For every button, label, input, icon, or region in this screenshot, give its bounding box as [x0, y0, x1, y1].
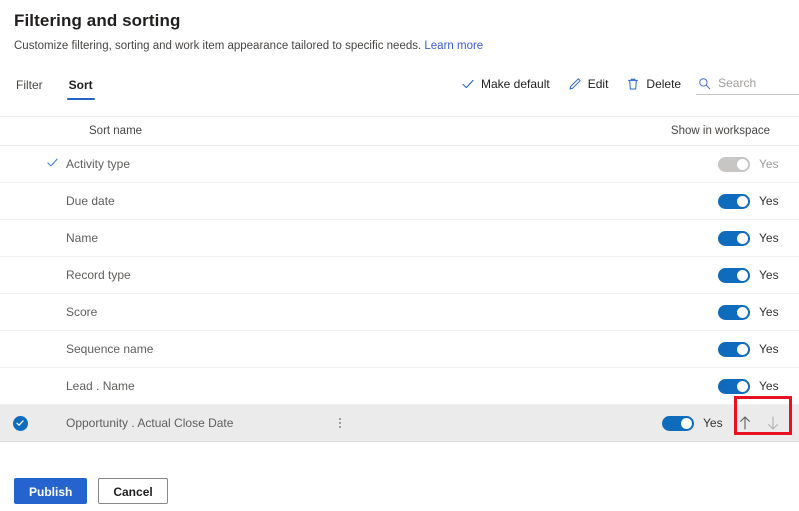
publish-button[interactable]: Publish — [14, 478, 88, 504]
row-sort-name: Activity type — [66, 157, 131, 171]
arrow-up-icon[interactable] — [733, 411, 757, 435]
row-right-controls: Yes — [718, 156, 799, 172]
column-header-sort-name: Sort name — [89, 125, 143, 137]
reorder-arrows — [733, 411, 785, 435]
row-sort-name: Due date — [66, 194, 115, 208]
table-row[interactable]: Due date Yes — [0, 183, 799, 220]
make-default-button[interactable]: Make default — [452, 73, 559, 95]
cancel-button[interactable]: Cancel — [98, 478, 168, 504]
table-row[interactable]: Score Yes — [0, 294, 799, 331]
toggle-state-label: Yes — [759, 379, 779, 393]
show-in-workspace-toggle[interactable] — [718, 193, 750, 209]
page-header: Filtering and sorting Customize filterin… — [0, 0, 799, 54]
delete-button[interactable]: Delete — [617, 73, 690, 95]
table-header-row: Sort name Show in workspace — [0, 117, 799, 146]
make-default-label: Make default — [481, 77, 550, 91]
show-in-workspace-toggle — [718, 156, 750, 172]
row-sort-name: Name — [66, 231, 99, 245]
delete-label: Delete — [646, 77, 682, 91]
show-in-workspace-toggle[interactable] — [718, 341, 750, 357]
row-right-controls: Yes — [718, 341, 799, 357]
row-right-controls: Yes — [718, 267, 799, 283]
row-sort-name: Lead . Name — [66, 379, 135, 393]
row-right-controls: Yes — [718, 193, 799, 209]
search-input[interactable] — [718, 76, 799, 90]
arrow-down-icon[interactable] — [761, 411, 785, 435]
pencil-icon — [568, 77, 582, 91]
table-row[interactable]: Activity type Yes — [0, 146, 799, 183]
row-sort-name: Record type — [66, 268, 131, 282]
table-row[interactable]: Opportunity . Actual Close Date Yes — [0, 405, 799, 442]
toggle-state-label: Yes — [759, 268, 779, 282]
checkmark-icon — [461, 77, 475, 91]
row-right-controls: Yes — [718, 378, 799, 394]
show-in-workspace-toggle[interactable] — [718, 267, 750, 283]
tab-sort[interactable]: Sort — [66, 70, 95, 100]
edit-button[interactable]: Edit — [559, 73, 618, 95]
table-row[interactable]: Lead . Name Yes — [0, 368, 799, 405]
toggle-state-label: Yes — [759, 157, 779, 171]
command-toolbar: Make default Edit Delete — [452, 73, 799, 95]
table-body: Activity type Yes Due date Yes Name Yes Record… — [0, 146, 799, 442]
table-row[interactable]: Record type Yes — [0, 257, 799, 294]
row-right-controls: Yes — [718, 304, 799, 320]
row-sort-name: Score — [66, 305, 98, 319]
table-row[interactable]: Name Yes — [0, 220, 799, 257]
row-right-controls: Yes — [662, 411, 799, 435]
show-in-workspace-toggle[interactable] — [662, 415, 694, 431]
trash-icon — [626, 77, 640, 91]
toggle-state-label: Yes — [759, 231, 779, 245]
sort-table: Sort name Show in workspace Activity typ… — [0, 116, 799, 442]
row-select-checkbox[interactable] — [0, 415, 40, 431]
tab-filter[interactable]: Filter — [14, 70, 45, 94]
more-vertical-icon[interactable] — [333, 405, 347, 441]
row-sort-name: Opportunity . Actual Close Date — [66, 416, 234, 430]
table-row[interactable]: Sequence name Yes — [0, 331, 799, 368]
page-title: Filtering and sorting — [14, 11, 181, 30]
row-sort-name: Sequence name — [66, 342, 154, 356]
row-default-indicator — [40, 156, 64, 172]
toggle-state-label: Yes — [759, 305, 779, 319]
edit-label: Edit — [587, 77, 609, 91]
checkmark-icon — [46, 156, 59, 172]
search-box[interactable] — [696, 73, 799, 95]
tab-toolbar-row: Filter Sort Make default Edit Delete Sea… — [0, 70, 799, 108]
check-circle-icon — [12, 415, 28, 431]
column-header-show-in-workspace: Show in workspace — [670, 125, 770, 137]
show-in-workspace-toggle[interactable] — [718, 304, 750, 320]
search-icon — [698, 76, 711, 90]
footer-actions: Publish Cancel — [14, 478, 168, 504]
toggle-state-label: Yes — [759, 194, 779, 208]
show-in-workspace-toggle[interactable] — [718, 378, 750, 394]
show-in-workspace-toggle[interactable] — [718, 230, 750, 246]
toggle-state-label: Yes — [703, 416, 723, 430]
learn-more-link[interactable]: Learn more — [424, 40, 483, 52]
row-right-controls: Yes — [718, 230, 799, 246]
toggle-state-label: Yes — [759, 342, 779, 356]
page-subtitle-text: Customize filtering, sorting and work it… — [14, 40, 422, 52]
page-subtitle: Customize filtering, sorting and work it… — [14, 38, 785, 54]
